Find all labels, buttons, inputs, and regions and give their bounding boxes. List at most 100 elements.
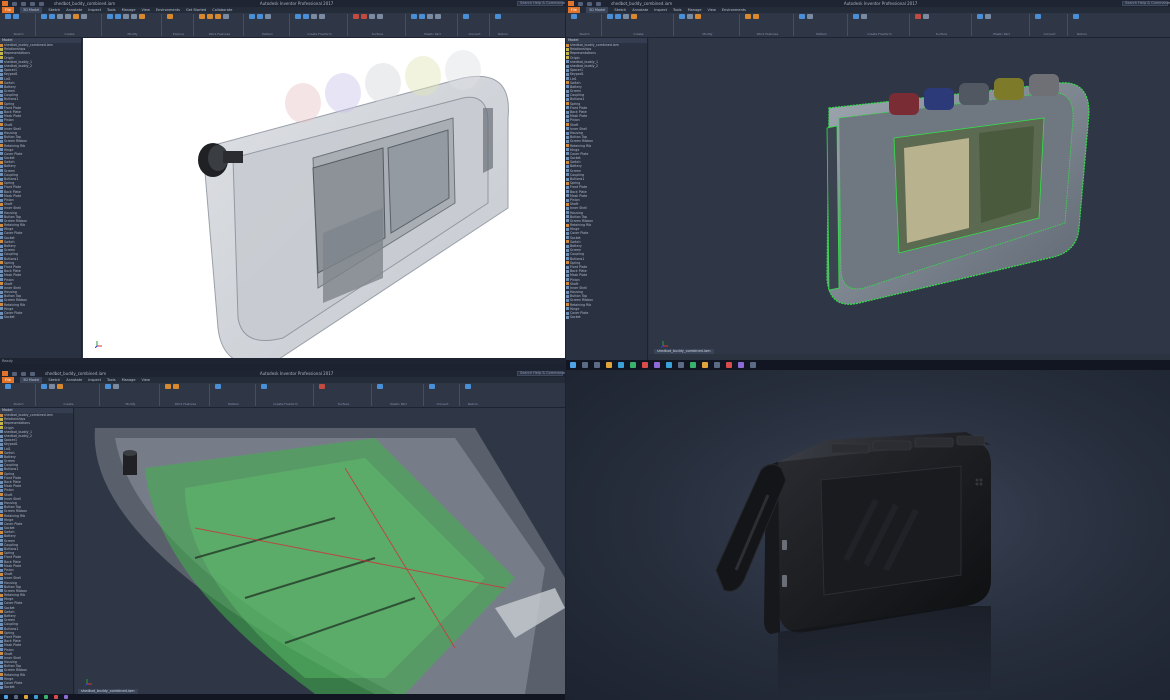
- plane-icon[interactable]: [165, 384, 171, 389]
- extrude-icon[interactable]: [41, 384, 47, 389]
- rib-icon[interactable]: [81, 14, 87, 19]
- app-icon[interactable]: [690, 362, 696, 368]
- search-input[interactable]: Search Help & Commands...: [517, 1, 565, 6]
- fillet-icon[interactable]: [679, 14, 685, 19]
- combine-icon[interactable]: [139, 14, 145, 19]
- open-icon[interactable]: [21, 371, 26, 376]
- tab-inspect[interactable]: Inspect: [654, 8, 667, 12]
- open-icon[interactable]: [587, 1, 592, 6]
- tab-collaborate[interactable]: Collaborate: [212, 8, 232, 12]
- inventor-logo-icon[interactable]: [2, 1, 8, 6]
- browser-node[interactable]: Socket: [566, 315, 647, 319]
- tab-annotate[interactable]: Annotate: [66, 378, 82, 382]
- split-icon[interactable]: [131, 14, 137, 19]
- sketch-icon[interactable]: [13, 14, 19, 19]
- shell-icon[interactable]: [687, 14, 693, 19]
- axis-icon[interactable]: [173, 384, 179, 389]
- tab-environments[interactable]: Environments: [722, 8, 746, 12]
- shell-icon[interactable]: [113, 384, 119, 389]
- snap-fit-icon[interactable]: [985, 14, 991, 19]
- save-icon[interactable]: [30, 371, 35, 376]
- tab-inspect[interactable]: Inspect: [88, 8, 101, 12]
- axis-icon[interactable]: [207, 14, 213, 19]
- app-icon[interactable]: [702, 362, 708, 368]
- revolve-icon[interactable]: [49, 14, 55, 19]
- save-icon[interactable]: [30, 1, 35, 6]
- windows-icon[interactable]: [4, 695, 8, 699]
- graphics-viewport[interactable]: [75, 408, 565, 694]
- edge-icon[interactable]: [618, 362, 624, 368]
- new-icon[interactable]: [12, 371, 17, 376]
- hole-icon[interactable]: [73, 14, 79, 19]
- app-icon[interactable]: [738, 362, 744, 368]
- sphere-icon[interactable]: [319, 14, 325, 19]
- axis-icon[interactable]: [753, 14, 759, 19]
- rectangular-pattern-icon[interactable]: [799, 14, 805, 19]
- tab-manage[interactable]: Manage: [688, 8, 702, 12]
- browser-node[interactable]: Socket: [0, 315, 81, 319]
- app-icon[interactable]: [750, 362, 756, 368]
- grill-icon[interactable]: [977, 14, 983, 19]
- new-icon[interactable]: [12, 1, 17, 6]
- app-icon[interactable]: [678, 362, 684, 368]
- plane-icon[interactable]: [745, 14, 751, 19]
- shell-icon[interactable]: [123, 14, 129, 19]
- undo-icon[interactable]: [39, 1, 44, 6]
- rectangular-pattern-icon[interactable]: [249, 14, 255, 19]
- graphics-viewport[interactable]: [649, 38, 1170, 354]
- start-sketch-icon[interactable]: [5, 384, 11, 389]
- box-icon[interactable]: [261, 384, 267, 389]
- return-icon[interactable]: [1073, 14, 1079, 19]
- loft-icon[interactable]: [49, 384, 55, 389]
- combine-icon[interactable]: [695, 14, 701, 19]
- convert-sheet-metal-icon[interactable]: [463, 14, 469, 19]
- sculpt-icon[interactable]: [369, 14, 375, 19]
- rectangular-pattern-icon[interactable]: [215, 384, 221, 389]
- sphere-icon[interactable]: [861, 14, 867, 19]
- task-view-icon[interactable]: [594, 362, 600, 368]
- tab-manage[interactable]: Manage: [122, 8, 136, 12]
- tab-view[interactable]: View: [142, 8, 150, 12]
- tab-view[interactable]: View: [708, 8, 716, 12]
- tab-annotate[interactable]: Annotate: [66, 8, 82, 12]
- loft-icon[interactable]: [623, 14, 629, 19]
- shape-generator-icon[interactable]: [167, 14, 173, 19]
- trim-icon[interactable]: [377, 14, 383, 19]
- open-icon[interactable]: [21, 1, 26, 6]
- fillet-icon[interactable]: [105, 384, 111, 389]
- mirror-icon[interactable]: [265, 14, 271, 19]
- tab-tools[interactable]: Tools: [673, 8, 682, 12]
- stitch-icon[interactable]: [319, 384, 325, 389]
- start-sketch-icon[interactable]: [571, 14, 577, 19]
- loft-icon[interactable]: [57, 14, 63, 19]
- sweep-icon[interactable]: [65, 14, 71, 19]
- grill-icon[interactable]: [411, 14, 417, 19]
- return-icon[interactable]: [465, 384, 471, 389]
- tab-sketch[interactable]: Sketch: [48, 378, 60, 382]
- app-icon[interactable]: [726, 362, 732, 368]
- inventor-logo-icon[interactable]: [2, 371, 8, 376]
- app-icon[interactable]: [714, 362, 720, 368]
- face-icon[interactable]: [303, 14, 309, 19]
- tab-sketch[interactable]: Sketch: [48, 8, 60, 12]
- cylinder-icon[interactable]: [311, 14, 317, 19]
- snap-fit-icon[interactable]: [435, 14, 441, 19]
- browser-node[interactable]: Socket: [0, 685, 73, 689]
- tab-annotate[interactable]: Annotate: [632, 8, 648, 12]
- tab-sketch[interactable]: Sketch: [614, 8, 626, 12]
- rest-icon[interactable]: [427, 14, 433, 19]
- stitch-icon[interactable]: [353, 14, 359, 19]
- search-input[interactable]: Search Help & Commands...: [1122, 1, 1170, 6]
- chamfer-icon[interactable]: [115, 14, 121, 19]
- tab-tools[interactable]: Tools: [107, 8, 116, 12]
- explorer-icon[interactable]: [24, 695, 28, 699]
- tab-get-started[interactable]: Get Started: [186, 8, 206, 12]
- hole-icon[interactable]: [631, 14, 637, 19]
- mail-icon[interactable]: [666, 362, 672, 368]
- inventor-logo-icon[interactable]: [568, 1, 574, 6]
- photoshop-icon[interactable]: [64, 695, 68, 699]
- explorer-icon[interactable]: [606, 362, 612, 368]
- extrude-icon[interactable]: [607, 14, 613, 19]
- trim-icon[interactable]: [923, 14, 929, 19]
- hole-icon[interactable]: [57, 384, 63, 389]
